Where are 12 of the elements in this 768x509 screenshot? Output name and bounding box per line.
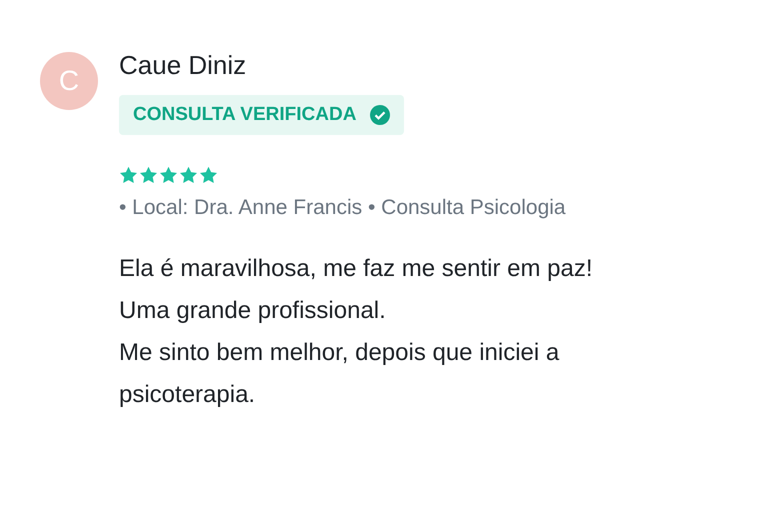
review-text: Uma grande profissional.	[119, 296, 387, 326]
star-icon	[159, 166, 178, 184]
star-icon	[199, 166, 218, 184]
author-name: Caue Diniz	[119, 52, 246, 78]
review-text: Me sinto bem melhor, depois que iniciei a psicoterapia.	[119, 338, 560, 410]
review-meta: • Local: Dra. Anne Francis • Consulta Psicologia	[119, 196, 566, 220]
star-icon	[139, 166, 158, 184]
star-icon	[179, 166, 198, 184]
star-icon	[119, 166, 138, 184]
badge-label: CONSULTA VERIFICADA	[133, 104, 356, 126]
avatar: C	[40, 52, 98, 110]
review-text: Ela é maravilhosa, me faz me sentir em paz!	[119, 254, 594, 284]
